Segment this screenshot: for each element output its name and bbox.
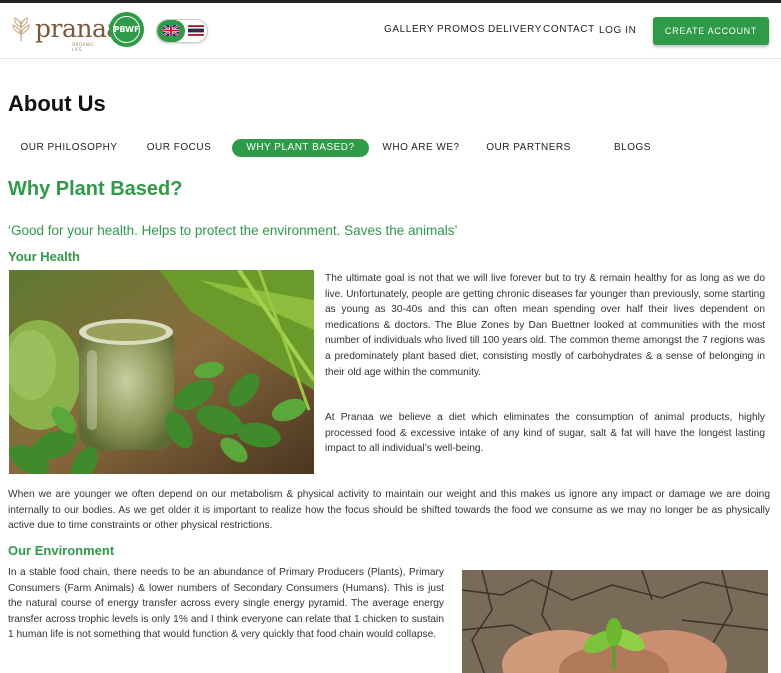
- logo-tagline: ORGANIC LIFE: [72, 42, 95, 52]
- tab-blogs[interactable]: BLOGS: [605, 139, 660, 157]
- tab-who-are-we[interactable]: WHO ARE WE?: [376, 139, 466, 157]
- tab-our-focus[interactable]: OUR FOCUS: [140, 139, 218, 157]
- your-health-heading: Your Health: [8, 249, 80, 264]
- thailand-flag-icon[interactable]: [188, 25, 204, 36]
- nav-promos[interactable]: PROMOS: [437, 23, 485, 37]
- logo-wordmark: pranaa: [35, 14, 121, 43]
- our-environment-heading: Our Environment: [8, 543, 115, 558]
- create-account-button[interactable]: CREATE ACCOUNT: [653, 17, 769, 45]
- nav-contact[interactable]: CONTACT: [543, 23, 595, 37]
- pbwf-badge[interactable]: PBWF: [109, 12, 144, 47]
- health-paragraph-1: The ultimate goal is not that we will li…: [325, 273, 765, 378]
- nav-delivery[interactable]: DELIVERY: [488, 23, 542, 37]
- page-title: About Us: [8, 91, 106, 116]
- pranaa-logo[interactable]: pranaa ORGANIC LIFE: [10, 15, 121, 52]
- section-heading: Why Plant Based?: [8, 178, 183, 200]
- tab-why-plant-based[interactable]: WHY PLANT BASED?: [232, 139, 369, 157]
- nav-login[interactable]: LOG IN: [599, 24, 637, 38]
- health-paragraph-2: At Pranaa we believe a diet which elimin…: [325, 412, 765, 455]
- language-switcher[interactable]: [156, 19, 208, 43]
- tagline-quote: ‘Good for your health. Helps to protect …: [8, 223, 458, 238]
- pbwf-badge-label: PBWF: [113, 25, 140, 34]
- uk-flag-icon[interactable]: [163, 25, 179, 36]
- tab-our-philosophy[interactable]: OUR PHILOSOPHY: [14, 139, 124, 157]
- environment-paragraph: In a stable food chain, there needs to b…: [8, 567, 444, 641]
- pesto-jar-herbs-image: [9, 270, 314, 474]
- hands-seedling-image: [462, 570, 768, 673]
- tab-our-partners[interactable]: OUR PARTNERS: [481, 139, 576, 157]
- site-header: pranaa ORGANIC LIFE PBWF GALLERY PROMOS …: [0, 3, 781, 59]
- leaf-logo-icon: [12, 17, 30, 42]
- metabolism-paragraph: When we are younger we often depend on o…: [8, 489, 770, 532]
- nav-gallery[interactable]: GALLERY: [384, 23, 434, 37]
